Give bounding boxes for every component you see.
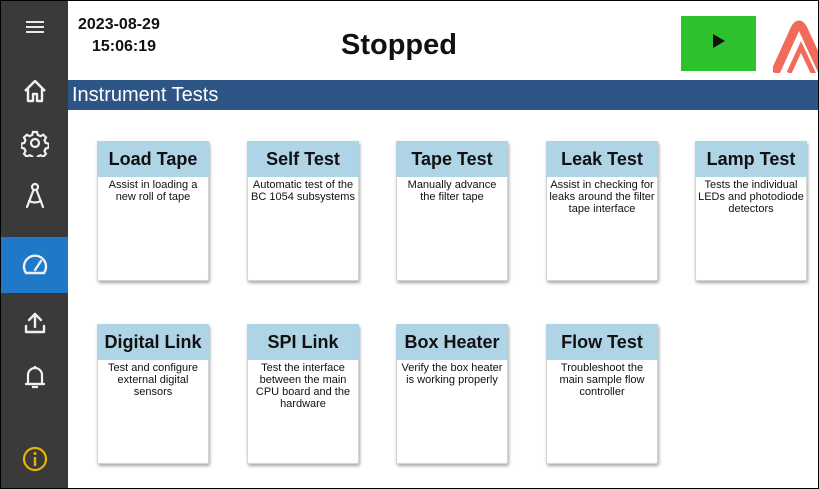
card-description: Assist in loading a new roll of tape (108, 179, 198, 203)
card-description: Automatic test of the BC 1054 subsystems (251, 179, 355, 203)
gauge-icon (21, 251, 49, 279)
test-card-digital-link[interactable]: Digital Link Test and configure external… (97, 324, 209, 464)
test-card-flow-test[interactable]: Flow Test Troubleshoot the main sample f… (546, 324, 658, 464)
card-description: Manually advance the filter tape (407, 179, 497, 203)
card-title: Digital Link (97, 324, 209, 360)
home-icon (22, 78, 48, 104)
sidebar-item-info[interactable] (1, 433, 68, 485)
gear-icon (20, 129, 49, 157)
card-description: Assist in checking for leaks around the … (549, 179, 655, 215)
card-title: Tape Test (396, 141, 508, 177)
app-window: 2023-08-29 15:06:19 Stopped Instrument T… (0, 0, 819, 489)
sidebar-item-diagnostics[interactable] (1, 237, 68, 293)
start-button[interactable] (681, 16, 756, 71)
card-title: SPI Link (247, 324, 359, 360)
menu-button[interactable] (1, 7, 68, 47)
card-description: Tests the individual LEDs and photodiode… (698, 179, 804, 215)
test-card-load-tape[interactable]: Load Tape Assist in loading a new roll o… (97, 141, 209, 281)
card-title: Box Heater (396, 324, 508, 360)
sidebar-item-settings[interactable] (1, 117, 68, 169)
sidebar-item-alarms[interactable] (1, 351, 68, 403)
card-title: Leak Test (546, 141, 658, 177)
info-icon (22, 446, 48, 472)
sidebar-item-export[interactable] (1, 297, 68, 349)
date-label: 2023-08-29 (78, 16, 160, 33)
card-description: Test the interface between the main CPU … (255, 362, 351, 410)
card-description: Troubleshoot the main sample flow contro… (559, 362, 645, 398)
menu-icon (25, 19, 45, 35)
test-card-self-test[interactable]: Self Test Automatic test of the BC 1054 … (247, 141, 359, 281)
test-card-spi-link[interactable]: SPI Link Test the interface between the … (247, 324, 359, 464)
test-card-tape-test[interactable]: Tape Test Manually advance the filter ta… (396, 141, 508, 281)
play-icon (712, 33, 726, 54)
card-description: Test and configure external digital sens… (108, 362, 198, 398)
sidebar-item-home[interactable] (1, 65, 68, 117)
test-card-leak-test[interactable]: Leak Test Assist in checking for leaks a… (546, 141, 658, 281)
test-card-lamp-test[interactable]: Lamp Test Tests the individual LEDs and … (695, 141, 807, 281)
bell-icon (23, 363, 47, 391)
card-title: Lamp Test (695, 141, 807, 177)
upload-icon (23, 311, 47, 335)
sidebar (1, 1, 68, 488)
status-label: Stopped (341, 29, 457, 61)
card-title: Load Tape (97, 141, 209, 177)
sidebar-item-calibration[interactable] (1, 169, 68, 221)
header: 2023-08-29 15:06:19 Stopped (68, 1, 818, 77)
company-logo (773, 15, 818, 73)
section-header: Instrument Tests (68, 80, 818, 110)
datetime: 2023-08-29 15:06:19 (78, 14, 160, 58)
card-title: Flow Test (546, 324, 658, 360)
time-label: 15:06:19 (92, 38, 157, 55)
card-title: Self Test (247, 141, 359, 177)
compass-icon (23, 181, 47, 209)
card-description: Verify the box heater is working properl… (401, 362, 503, 386)
test-card-box-heater[interactable]: Box Heater Verify the box heater is work… (396, 324, 508, 464)
